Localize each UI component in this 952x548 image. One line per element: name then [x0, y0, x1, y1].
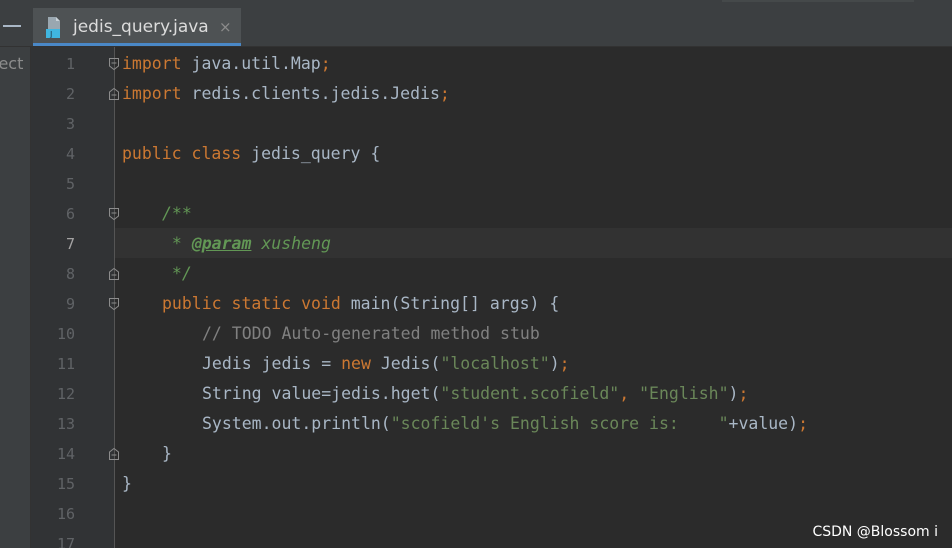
fold-marker-icon[interactable]: [108, 57, 120, 71]
semicolon: ;: [738, 384, 749, 403]
code-line-8: */: [162, 259, 192, 289]
fold-end-icon[interactable]: [108, 87, 120, 101]
keyword: import: [122, 54, 182, 73]
line-number: 10: [56, 325, 75, 343]
keyword: import: [122, 84, 182, 103]
comma: ,: [619, 384, 640, 403]
semicolon: ;: [798, 414, 808, 433]
fold-end-icon[interactable]: [108, 447, 120, 461]
code-text: Jedis(: [370, 354, 441, 373]
line-number: 16: [56, 505, 75, 523]
code-line-12: String value=jedis.hget("student.scofiel…: [202, 379, 748, 409]
code-text: Jedis jedis =: [202, 354, 342, 373]
string-literal: "localhost": [440, 354, 550, 373]
tab-jedis-query[interactable]: J jedis_query.java ×: [33, 8, 241, 46]
line-number-current: 7: [65, 235, 75, 253]
semicolon: ;: [320, 54, 331, 73]
code-text: ): [728, 384, 739, 403]
code-line-14: }: [162, 439, 172, 469]
project-panel[interactable]: ject: [0, 47, 31, 548]
code-text: ): [549, 354, 560, 373]
string-literal: "scofield's English score is: ": [390, 414, 729, 433]
line-number: 15: [56, 475, 75, 493]
semicolon: ;: [439, 84, 450, 103]
active-tab-indicator: [33, 43, 241, 46]
semicolon: ;: [559, 354, 570, 373]
code-text: java.util.Map: [181, 54, 321, 73]
ide-window: J jedis_query.java × ject 1 2 3 4 5 6 7 …: [0, 0, 952, 548]
fold-end-icon[interactable]: [108, 267, 120, 281]
top-strip: [0, 0, 952, 8]
code-line-6: /**: [162, 199, 192, 229]
project-panel-label: ject: [0, 54, 24, 73]
line-number: 8: [65, 265, 75, 283]
code-line-2: import redis.clients.jedis.Jedis;: [122, 79, 450, 109]
line-number: 4: [65, 145, 75, 163]
editor-tab-bar: J jedis_query.java ×: [0, 8, 952, 47]
fold-marker-icon[interactable]: [108, 207, 120, 221]
code-line-13: System.out.println("scofield's English s…: [202, 409, 808, 439]
tab-label: jedis_query.java: [73, 17, 209, 37]
keyword: new: [341, 354, 371, 373]
code-text: +value): [728, 414, 799, 433]
close-icon[interactable]: ×: [219, 16, 232, 38]
keyword: public class: [122, 144, 242, 163]
keyword: public static void: [162, 294, 341, 313]
line-number: 9: [65, 295, 75, 313]
collapse-panel-button[interactable]: [0, 8, 30, 46]
code-text: main(String[] args) {: [340, 294, 560, 313]
doc-comment: */: [162, 264, 192, 283]
svg-text:J: J: [49, 30, 52, 38]
code-line-11: Jedis jedis = new Jedis("localhost");: [202, 349, 570, 379]
code-text: String value=jedis.hget(: [202, 384, 441, 403]
search-field-edge[interactable]: [722, 0, 914, 2]
line-number: 6: [65, 205, 75, 223]
code-line-1: import java.util.Map;: [122, 49, 331, 79]
line-number: 12: [56, 385, 75, 403]
minus-icon: [3, 25, 21, 27]
code-line-15: }: [122, 469, 132, 499]
fold-marker-icon[interactable]: [108, 297, 120, 311]
line-number: 3: [65, 115, 75, 133]
doc-comment: /**: [162, 204, 192, 223]
code-line-10: // TODO Auto-generated method stub: [202, 319, 540, 349]
code-text: }: [122, 474, 132, 493]
string-literal: "English": [639, 384, 729, 403]
code-text: jedis_query {: [241, 144, 381, 163]
line-number: 1: [65, 55, 75, 73]
java-file-icon: J: [46, 17, 60, 38]
code-text: System.out.println(: [202, 414, 391, 433]
line-number: 13: [56, 415, 75, 433]
doc-param: xusheng: [251, 234, 331, 253]
string-literal: "student.scofield": [440, 384, 620, 403]
code-line-4: public class jedis_query {: [122, 139, 380, 169]
doc-tag: @param: [191, 234, 252, 253]
watermark: CSDN @Blossom i: [812, 524, 938, 540]
code-text: redis.clients.jedis.Jedis: [181, 84, 440, 103]
code-line-9: public static void main(String[] args) {: [162, 289, 559, 319]
doc-comment: *: [162, 234, 192, 253]
line-number: 14: [56, 445, 75, 463]
code-text: }: [162, 444, 172, 463]
line-number: 11: [56, 355, 75, 373]
code-line-7: * @param xusheng: [162, 229, 331, 259]
line-comment: // TODO Auto-generated method stub: [202, 324, 540, 343]
line-number: 2: [65, 85, 75, 103]
line-number: 5: [65, 175, 75, 193]
line-number: 17: [56, 535, 75, 548]
